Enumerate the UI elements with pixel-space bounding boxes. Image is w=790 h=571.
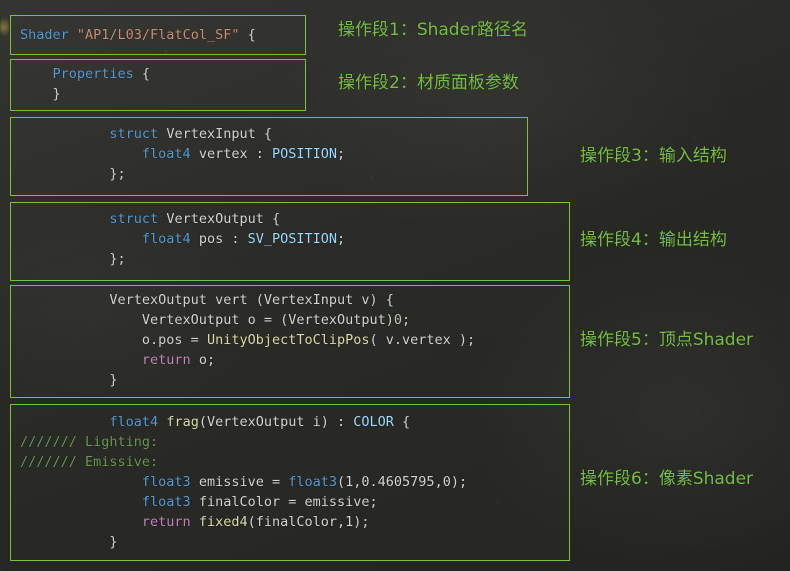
code-line: float4 pos : SV_POSITION; [20,229,345,249]
code-token: float3 [141,494,191,510]
code-token: ; [402,312,411,328]
code-token: float4 [109,414,159,430]
code-line: struct VertexInput { [20,124,345,144]
code-token: frag [166,414,199,430]
code-token: ; [337,231,346,247]
code-token: finalColor = emissive; [190,494,378,510]
annotation-segment-5: 操作段5：顶点Shader [580,330,754,350]
code-line: float4 vertex : POSITION; [20,144,345,164]
code-token: } [20,372,118,388]
code-line: }; [20,164,345,184]
code-token: UnityObjectToClipPos [206,332,370,348]
code-line: /////// Emissive: [20,452,467,472]
code-token: Properties [52,66,134,82]
code-text-shader-path: Shader "AP1/L03/FlatCol_SF" { [20,25,256,45]
code-token: 0 [393,312,403,328]
code-token: COLOR [353,414,394,430]
code-line: /////// Lighting: [20,432,467,452]
code-token: { [133,66,151,82]
code-token: vertex : [190,146,272,162]
code-line: o.pos = UnityObjectToClipPos( v.vertex )… [20,330,475,350]
code-token: ( v.vertex ); [369,332,476,348]
code-text-vertex-input-struct: struct VertexInput { float4 vertex : POS… [20,124,345,184]
code-line: Shader "AP1/L03/FlatCol_SF" { [20,25,256,45]
code-line: } [20,532,467,552]
code-token: "AP1/L03/FlatCol_SF" [76,27,240,43]
code-line: } [20,84,150,104]
code-token: } [20,534,118,550]
code-token: { [239,27,256,43]
code-token: (1,0.4605795,0); [337,474,468,490]
code-token: float4 [141,146,191,162]
code-token: VertexOutput vert (VertexInput v) { [20,292,394,308]
code-token: (VertexOutput i) : [198,414,354,430]
annotation-segment-3: 操作段3：输入结构 [580,146,727,166]
code-token: struct [109,211,159,227]
code-token: /////// Emissive: [20,454,159,470]
code-line: }; [20,249,345,269]
code-line: VertexOutput o = (VertexOutput)0; [20,310,475,330]
code-line: Properties { [20,64,151,84]
code-token: return [141,514,191,530]
annotation-segment-2: 操作段2：材质面板参数 [338,73,519,93]
code-token: POSITION [271,146,338,162]
annotation-segment-1: 操作段1：Shader路径名 [338,20,529,40]
code-token: /////// Lighting: [20,434,159,450]
annotation-segment-4: 操作段4：输出结构 [580,230,727,250]
code-token: float3 [141,474,191,490]
code-token: }; [20,166,126,182]
annotation-segment-6: 操作段6：像素Shader [580,469,754,489]
code-text-fragment-shader: float4 frag(VertexOutput i) : COLOR { ///… [20,412,467,552]
code-token: return [141,352,191,368]
left-edge-marker-artifact [0,16,9,38]
code-token: SV_POSITION [247,231,338,247]
code-line: return o; [20,350,475,370]
code-token: o.pos = [20,332,207,348]
code-token: struct [109,126,159,142]
code-token: (finalColor,1); [247,514,370,530]
code-token: emissive = [190,474,289,490]
code-line: float4 frag(VertexOutput i) : COLOR { [20,412,467,432]
code-token: { [393,414,411,430]
code-token: VertexOutput { [158,211,281,227]
code-token: VertexInput { [158,126,272,142]
code-line: struct VertexOutput { [20,209,345,229]
code-line: float3 emissive = float3(1,0.4605795,0); [20,472,467,492]
code-line: VertexOutput vert (VertexInput v) { [20,290,475,310]
code-token: }; [20,251,126,267]
code-token: fixed4 [198,514,248,530]
code-line: float3 finalColor = emissive; [20,492,467,512]
code-token: pos : [190,231,248,247]
code-token: VertexOutput o = (VertexOutput) [20,312,394,328]
code-token: } [20,86,61,102]
code-token: ; [337,146,346,162]
shader-tutorial-slide: Shader "AP1/L03/FlatCol_SF" { 操作段1：Shade… [0,0,790,571]
code-text-vertex-shader: VertexOutput vert (VertexInput v) { Vert… [20,290,475,390]
code-token: o; [190,352,216,368]
code-line: return fixed4(finalColor,1); [20,512,467,532]
code-token: float3 [288,474,338,490]
code-line: } [20,370,475,390]
code-token: Shader [20,27,77,43]
code-token: float4 [141,231,191,247]
code-text-vertex-output-struct: struct VertexOutput { float4 pos : SV_PO… [20,209,345,269]
code-text-properties: Properties { } [20,64,151,104]
